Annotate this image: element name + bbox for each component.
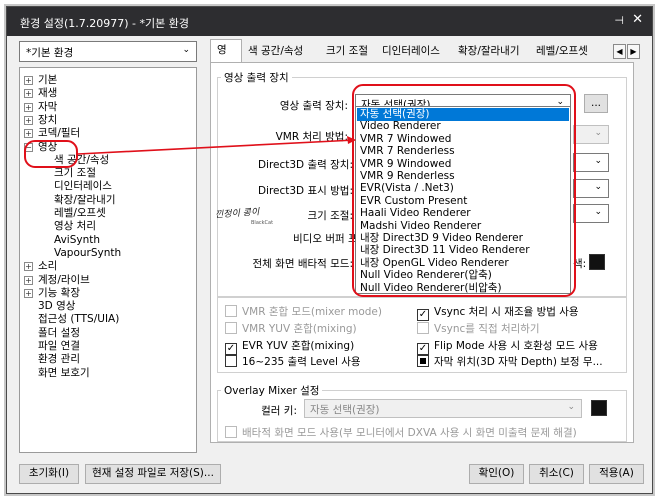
annotation-arrow [77,136,356,155]
